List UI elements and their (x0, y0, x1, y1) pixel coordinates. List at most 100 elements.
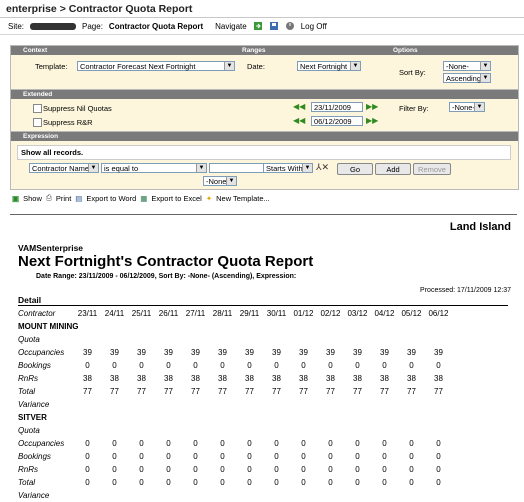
cell-value: 38 (245, 374, 254, 383)
cell-value: 0 (355, 478, 360, 487)
chevron-down-icon: ▼ (302, 164, 312, 172)
save-icon[interactable] (269, 21, 279, 31)
cell-value: 0 (139, 465, 144, 474)
date-select[interactable]: Next Fortnight ▼ (297, 61, 361, 71)
cell-value: 0 (220, 439, 225, 448)
sort-field-select[interactable]: -None- ▼ (443, 61, 491, 71)
group-row: MOUNT MINING (18, 320, 452, 333)
cell-value (209, 489, 236, 502)
cell-value (425, 333, 452, 346)
export-word-button[interactable]: Export to Word (86, 194, 136, 203)
cell-value (344, 333, 371, 346)
cell-value: 0 (409, 361, 414, 370)
show-button[interactable]: Show (23, 194, 42, 203)
cell-value (263, 398, 290, 411)
cell-value: 39 (407, 348, 416, 357)
site-label: Site: (8, 21, 25, 31)
print-icon[interactable]: ⎙ (46, 193, 52, 203)
print-button[interactable]: Print (56, 194, 71, 203)
cell-value: 39 (164, 348, 173, 357)
cell-value: 0 (328, 465, 333, 474)
chevron-down-icon: ▼ (480, 74, 490, 82)
chevron-down-icon: ▼ (196, 164, 206, 172)
table-row: RnRs 38 38 38 38 38 38 38 38 38 38 38 38 38 38 (18, 372, 452, 385)
cell-value (101, 489, 128, 502)
to-date-input[interactable]: 06/12/2009 (311, 116, 363, 126)
next-arrows-icon[interactable]: ▶▶ (366, 102, 378, 111)
table-row: Variance (18, 489, 452, 502)
next-arrows-icon[interactable]: ▶▶ (366, 116, 378, 125)
clear-icon[interactable]: ⅄✕ (316, 162, 329, 173)
show-icon[interactable]: ▣ (12, 194, 19, 203)
row-label: Occupancies (18, 439, 65, 448)
cell-value (236, 398, 263, 411)
operator-select[interactable]: is equal to ▼ (101, 163, 207, 173)
cell-value (371, 398, 398, 411)
cell-value (182, 424, 209, 437)
cell-value (209, 398, 236, 411)
cell-value: 39 (110, 348, 119, 357)
cell-value: 0 (166, 478, 171, 487)
cell-value: 0 (193, 452, 198, 461)
remove-button[interactable]: Remove (413, 163, 451, 175)
prev-arrows-icon[interactable]: ◀◀ (293, 102, 305, 111)
cell-value (155, 398, 182, 411)
export-excel-button[interactable]: Export to Excel (151, 194, 201, 203)
date-header: 24/11 (104, 309, 125, 318)
word-icon[interactable]: ▤ (75, 194, 82, 203)
chevron-down-icon: ▼ (88, 164, 98, 172)
table-row: Variance (18, 398, 452, 411)
logoff-icon[interactable] (285, 21, 295, 31)
cell-value: 77 (164, 387, 173, 396)
field-select[interactable]: Contractor Name ▼ (29, 163, 99, 173)
match-select[interactable]: Starts With ▼ (263, 163, 313, 173)
section-header: Context Ranges Options (11, 46, 518, 55)
cell-value (344, 398, 371, 411)
report-table: Contractor 23/11 24/11 25/11 26/11 27/11 28/11… (18, 307, 452, 502)
cell-value: 0 (301, 465, 306, 474)
cell-value: 0 (247, 452, 252, 461)
chevron-down-icon: ▼ (350, 62, 360, 70)
filter-select[interactable]: -None- ▼ (449, 102, 485, 112)
cell-value (398, 398, 425, 411)
table-row: Bookings 0 0 0 0 0 0 0 0 0 0 0 0 0 0 (18, 450, 452, 463)
table-row: Quota (18, 424, 452, 437)
value-input[interactable] (209, 163, 269, 173)
navigate-link[interactable]: Navigate (215, 22, 247, 31)
date-header: 25/11 (131, 309, 152, 318)
prev-arrows-icon[interactable]: ◀◀ (293, 116, 305, 125)
add-button[interactable]: Add (375, 163, 411, 175)
sort-direction-select[interactable]: Ascending ▼ (443, 73, 491, 83)
match-value: Starts With (266, 163, 303, 173)
date-header: 26/11 (158, 309, 179, 318)
cell-value: 0 (166, 465, 171, 474)
go-button[interactable]: Go (337, 163, 373, 175)
row-label: Bookings (18, 361, 51, 370)
window-title-bar: enterprise > Contractor Quota Report (0, 0, 524, 18)
new-template-icon[interactable]: ✦ (206, 194, 212, 203)
date-label: Date: (247, 62, 265, 71)
section-header: Expression (11, 132, 518, 141)
new-template-button[interactable]: New Template... (216, 194, 270, 203)
suppress-rr-checkbox[interactable] (33, 118, 42, 127)
cell-value (425, 489, 452, 502)
detail-heading: Detail (18, 295, 508, 306)
cell-value: 0 (301, 452, 306, 461)
none-select[interactable]: -None- ▼ (203, 176, 237, 186)
suppress-nil-checkbox[interactable] (33, 104, 42, 113)
cell-value: 39 (434, 348, 443, 357)
logoff-link[interactable]: Log Off (301, 22, 327, 31)
cell-value: 77 (110, 387, 119, 396)
template-select[interactable]: Contractor Forecast Next Fortnight ▼ (77, 61, 235, 71)
table-row: RnRs 0 0 0 0 0 0 0 0 0 0 0 0 0 0 (18, 463, 452, 476)
from-date-input[interactable]: 23/11/2009 (311, 102, 363, 112)
site-bar: Site: Page: Contractor Quota Report Navi… (0, 18, 524, 35)
navigate-icon[interactable] (253, 21, 263, 31)
site-name-redacted (30, 22, 77, 30)
row-label: Variance (18, 400, 50, 409)
excel-icon[interactable]: ▦ (140, 194, 147, 203)
cell-value: 0 (193, 478, 198, 487)
cell-value: 38 (272, 374, 281, 383)
cell-value: 0 (328, 361, 333, 370)
table-row: Total 77 77 77 77 77 77 77 77 77 77 77 77 77 77 (18, 385, 452, 398)
